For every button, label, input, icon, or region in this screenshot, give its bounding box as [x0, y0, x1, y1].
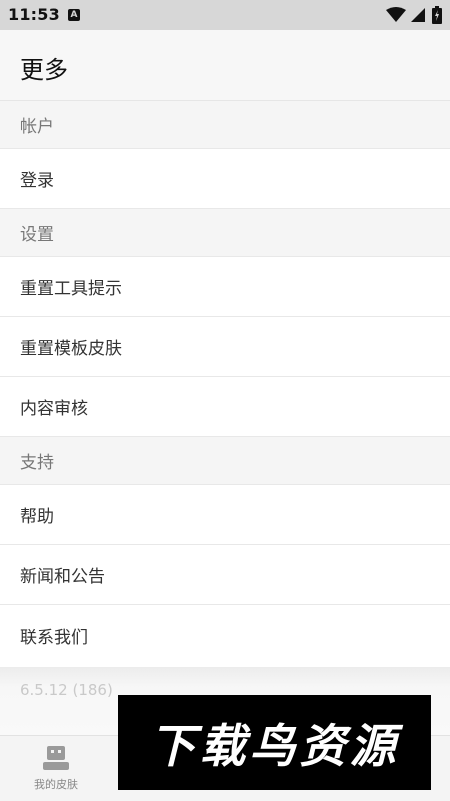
- tab-my-skins-label: 我的皮肤: [34, 778, 78, 791]
- watermark-logo: 下载鸟资源: [118, 695, 431, 790]
- settings-list: 帐户 登录 设置 重置工具提示 重置模板皮肤 内容审核 支持 帮助 新闻和公告 …: [0, 101, 450, 665]
- version-text: 6.5.12 (186): [20, 681, 113, 699]
- list-item-reset-template-skins[interactable]: 重置模板皮肤: [0, 317, 450, 377]
- status-bar: 11:53 A: [0, 0, 450, 30]
- list-item-news[interactable]: 新闻和公告: [0, 545, 450, 605]
- signal-icon: [411, 8, 425, 22]
- battery-icon: [432, 6, 442, 24]
- robot-icon: [43, 746, 69, 770]
- watermark-text: 下载鸟资源: [149, 718, 400, 773]
- list-item-help[interactable]: 帮助: [0, 485, 450, 545]
- list-item-login[interactable]: 登录: [0, 149, 450, 209]
- section-header-settings: 设置: [0, 209, 450, 257]
- list-item-content-moderation[interactable]: 内容审核: [0, 377, 450, 437]
- section-header-support: 支持: [0, 437, 450, 485]
- list-item-reset-tooltips[interactable]: 重置工具提示: [0, 257, 450, 317]
- tab-my-skins[interactable]: 我的皮肤: [10, 742, 102, 797]
- notification-icon: A: [68, 9, 80, 21]
- app-header: 更多: [0, 30, 450, 101]
- page-title: 更多: [20, 56, 68, 84]
- section-header-account: 帐户: [0, 101, 450, 149]
- status-time: 11:53: [8, 5, 60, 24]
- list-item-contact-us[interactable]: 联系我们: [0, 605, 450, 665]
- wifi-icon: [386, 7, 406, 22]
